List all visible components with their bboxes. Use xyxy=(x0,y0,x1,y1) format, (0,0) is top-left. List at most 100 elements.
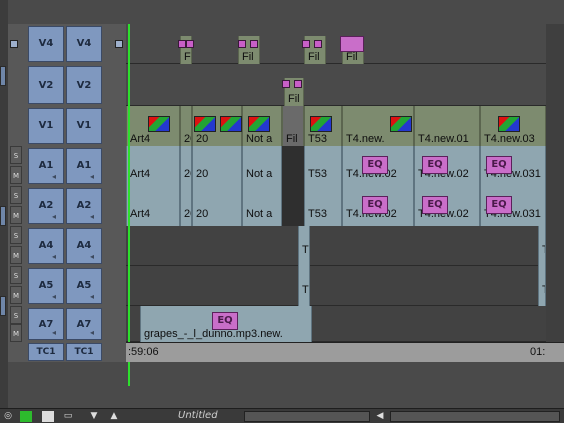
left-edge-tab[interactable] xyxy=(0,206,6,226)
solo-button-a7[interactable]: S xyxy=(10,306,22,324)
timeline-scale-bar[interactable] xyxy=(390,411,560,422)
mute-button-a2[interactable]: M xyxy=(10,206,22,224)
monitor-icon[interactable]: ▭ xyxy=(62,411,74,422)
track-record-v4[interactable]: V4 xyxy=(66,26,102,62)
track-source-a1[interactable]: A1 xyxy=(28,148,64,184)
clip[interactable]: T4.new.01 xyxy=(414,106,480,146)
left-edge-tab[interactable] xyxy=(0,66,6,86)
clip[interactable]: T xyxy=(538,226,546,266)
clip[interactable]: Art4 xyxy=(126,186,180,226)
clip-label: T4.new. xyxy=(346,133,385,145)
track-header-a2: S M A2 A2 ◂ ◂ xyxy=(8,186,126,226)
clip[interactable]: T53 xyxy=(304,186,342,226)
track-source-a2[interactable]: A2 xyxy=(28,188,64,224)
effect-icon[interactable] xyxy=(302,40,310,48)
effect-icon[interactable] xyxy=(340,36,364,52)
track-record-tc1[interactable]: TC1 xyxy=(66,343,102,361)
track-record-v2[interactable]: V2 xyxy=(66,66,102,104)
video-quality-icon[interactable] xyxy=(20,411,32,422)
timecode-start: :59:06 xyxy=(128,346,159,358)
scroll-left-icon[interactable]: ◀ xyxy=(374,411,386,422)
clip-thumbnail xyxy=(194,116,216,132)
track-record-v1[interactable]: V1 xyxy=(66,108,102,144)
track-source-a7[interactable]: A7 xyxy=(28,308,64,340)
clip[interactable]: 20 xyxy=(192,146,242,186)
clip-label: 20 xyxy=(184,208,191,220)
clip[interactable]: Not a xyxy=(242,186,282,226)
effect-icon[interactable] xyxy=(294,80,302,88)
solo-button-a1[interactable]: S xyxy=(10,146,22,164)
clip[interactable]: Fil xyxy=(282,106,304,146)
solo-button-a5[interactable]: S xyxy=(10,266,22,284)
clip[interactable]: T53 xyxy=(304,146,342,186)
record-monitor-toggle[interactable] xyxy=(10,40,18,48)
clip[interactable]: Not a xyxy=(242,146,282,186)
track-source-a4[interactable]: A4 xyxy=(28,228,64,264)
mute-button-a4[interactable]: M xyxy=(10,246,22,264)
eq-effect-icon[interactable]: EQ xyxy=(212,312,238,330)
horizontal-scrollbar[interactable] xyxy=(244,411,370,422)
eq-effect-icon[interactable]: EQ xyxy=(422,156,448,174)
track-record-a2[interactable]: A2 xyxy=(66,188,102,224)
clip[interactable]: 20 xyxy=(180,146,192,186)
color-icon[interactable] xyxy=(42,411,54,422)
clip-thumbnail xyxy=(248,116,270,132)
track-lock-v4[interactable] xyxy=(115,40,123,48)
track-record-a1[interactable]: A1 xyxy=(66,148,102,184)
track-source-v4[interactable]: V4 xyxy=(28,26,64,62)
track-a2: Art4 20 20 Not a T53 T4.new.02 T4.new.02… xyxy=(126,186,546,226)
timeline-area[interactable]: F Fil Fil Fil Fil Art4 20 20 Not a Fil T… xyxy=(126,24,564,386)
eq-effect-icon[interactable]: EQ xyxy=(362,156,388,174)
clip-label: Fil xyxy=(346,51,358,63)
mute-button-a5[interactable]: M xyxy=(10,286,22,304)
solo-button-a2[interactable]: S xyxy=(10,186,22,204)
timecode-track[interactable]: :59:06 01: xyxy=(126,342,564,362)
clip-label: 20 xyxy=(184,133,191,145)
eq-effect-icon[interactable]: EQ xyxy=(422,196,448,214)
timeline-toolbar: ◎ ▭ ▼ ▲ Untitled ◀ xyxy=(0,408,564,423)
clip[interactable]: 20 xyxy=(180,186,192,226)
mute-button-a7[interactable]: M xyxy=(10,324,22,342)
effect-icon[interactable] xyxy=(178,40,186,48)
clip[interactable]: T xyxy=(298,226,310,266)
effect-icon[interactable] xyxy=(238,40,246,48)
clip-label: F xyxy=(184,51,191,63)
timecode-end: 01: xyxy=(530,346,546,358)
left-edge-tab[interactable] xyxy=(0,296,6,316)
track-record-a4[interactable]: A4 xyxy=(66,228,102,264)
effect-icon[interactable] xyxy=(186,40,194,48)
playhead[interactable] xyxy=(128,24,130,386)
settings-icon[interactable]: ◎ xyxy=(2,411,14,422)
mute-button-a1[interactable]: M xyxy=(10,166,22,184)
speaker-icon: ◂ xyxy=(52,328,57,337)
effect-icon[interactable] xyxy=(282,80,290,88)
speaker-icon: ◂ xyxy=(90,292,95,301)
clip[interactable]: Art4 xyxy=(126,146,180,186)
down-arrow-icon[interactable]: ▼ xyxy=(88,411,100,422)
clip[interactable]: T xyxy=(538,266,546,306)
track-source-a5[interactable]: A5 xyxy=(28,268,64,304)
clip-thumbnail xyxy=(220,116,242,132)
clip-label: T xyxy=(302,244,309,256)
eq-effect-icon[interactable]: EQ xyxy=(486,196,512,214)
clip[interactable]: 20 xyxy=(192,186,242,226)
clip[interactable]: 20 xyxy=(180,106,192,146)
up-arrow-icon[interactable]: ▲ xyxy=(108,411,120,422)
track-gap xyxy=(282,186,304,226)
clip-label: 20 xyxy=(196,208,209,220)
speaker-icon: ◂ xyxy=(90,252,95,261)
track-source-tc1[interactable]: TC1 xyxy=(28,343,64,361)
track-header-v2: V2 V2 xyxy=(8,64,126,106)
track-record-a5[interactable]: A5 xyxy=(66,268,102,304)
track-v4: F Fil Fil Fil xyxy=(126,24,546,64)
clip-label: T xyxy=(302,284,309,296)
solo-button-a4[interactable]: S xyxy=(10,226,22,244)
track-source-v1[interactable]: V1 xyxy=(28,108,64,144)
effect-icon[interactable] xyxy=(250,40,258,48)
track-source-v2[interactable]: V2 xyxy=(28,66,64,104)
eq-effect-icon[interactable]: EQ xyxy=(362,196,388,214)
eq-effect-icon[interactable]: EQ xyxy=(486,156,512,174)
clip[interactable]: T xyxy=(298,266,310,306)
track-record-a7[interactable]: A7 xyxy=(66,308,102,340)
effect-icon[interactable] xyxy=(314,40,322,48)
